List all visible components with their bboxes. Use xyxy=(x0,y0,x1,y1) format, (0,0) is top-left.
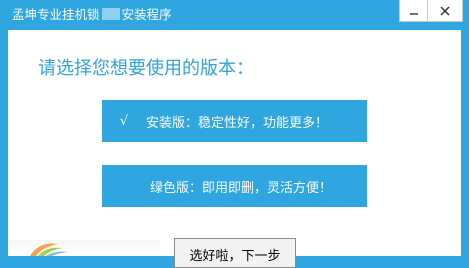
window-title-prefix: 孟坤专业挂机锁 xyxy=(12,7,100,22)
title-bar: 孟坤专业挂机锁 安装程序 xyxy=(0,0,469,30)
content-panel: 请选择您想要使用的版本： √ 安装版：稳定性好，功能更多！ 绿色版：即用即删，灵… xyxy=(8,30,461,268)
install-version-option[interactable]: √ 安装版：稳定性好，功能更多！ xyxy=(102,100,367,142)
page-heading: 请选择您想要使用的版本： xyxy=(38,58,254,79)
window-title-suffix: 安装程序 xyxy=(121,7,172,22)
check-mark: √ xyxy=(119,113,129,129)
install-version-label: 安装版：稳定性好，功能更多！ xyxy=(146,115,329,131)
brand-logo xyxy=(8,240,160,256)
minimize-button[interactable] xyxy=(399,0,428,22)
installer-window: 孟坤专业挂机锁 安装程序 请选择您想要使用的版本： √ 安装版：稳定性好，功能更多… xyxy=(0,0,469,268)
next-step-button[interactable]: 选好啦，下一步 xyxy=(174,238,296,268)
close-button[interactable] xyxy=(427,0,463,22)
window-title: 孟坤专业挂机锁 安装程序 xyxy=(12,7,172,23)
redacted-text xyxy=(101,8,120,20)
close-icon xyxy=(440,5,450,16)
portable-version-label: 绿色版：即用即删，灵活方便！ xyxy=(150,180,333,196)
portable-version-option[interactable]: 绿色版：即用即删，灵活方便！ xyxy=(102,165,367,207)
minimize-icon xyxy=(409,12,418,15)
